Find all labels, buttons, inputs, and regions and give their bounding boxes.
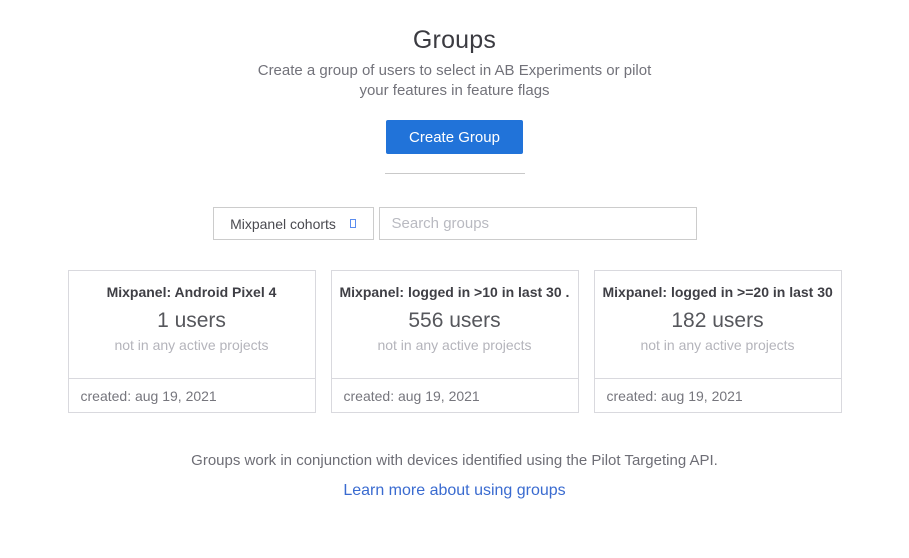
group-card-created: created: aug 19, 2021 [69,378,315,412]
dropdown-caret-icon [350,219,356,228]
learn-more-link[interactable]: Learn more about using groups [343,482,565,500]
footer-note: Groups work in conjunction with devices … [191,452,718,469]
group-card[interactable]: Mixpanel: Android Pixel 4 1 users not in… [68,270,316,413]
group-card-status: not in any active projects [603,337,833,353]
group-card-created: created: aug 19, 2021 [332,378,578,412]
cohort-source-dropdown-label: Mixpanel cohorts [230,216,336,232]
filter-controls: Mixpanel cohorts [213,207,697,240]
group-card-created: created: aug 19, 2021 [595,378,841,412]
group-card-title: Mixpanel: Android Pixel 4 [77,284,307,300]
group-card[interactable]: Mixpanel: logged in >=20 in last 30... 1… [594,270,842,413]
group-card-title: Mixpanel: logged in >10 in last 30 ... [340,284,570,300]
group-card-title: Mixpanel: logged in >=20 in last 30... [603,284,833,300]
group-card-user-count: 182 users [603,309,833,333]
group-card-body: Mixpanel: Android Pixel 4 1 users not in… [69,271,315,378]
group-cards: Mixpanel: Android Pixel 4 1 users not in… [68,270,842,413]
page-title: Groups [413,26,496,55]
search-groups-input[interactable] [379,207,697,240]
groups-page: Groups Create a group of users to select… [0,0,909,558]
group-card-user-count: 1 users [77,309,307,333]
group-card-body: Mixpanel: logged in >10 in last 30 ... 5… [332,271,578,378]
cohort-source-dropdown[interactable]: Mixpanel cohorts [213,207,374,240]
divider [385,173,525,174]
group-card[interactable]: Mixpanel: logged in >10 in last 30 ... 5… [331,270,579,413]
group-card-body: Mixpanel: logged in >=20 in last 30... 1… [595,271,841,378]
page-subtitle: Create a group of users to select in AB … [255,61,655,101]
group-card-user-count: 556 users [340,309,570,333]
create-group-button[interactable]: Create Group [386,120,523,154]
group-card-status: not in any active projects [77,337,307,353]
group-card-status: not in any active projects [340,337,570,353]
